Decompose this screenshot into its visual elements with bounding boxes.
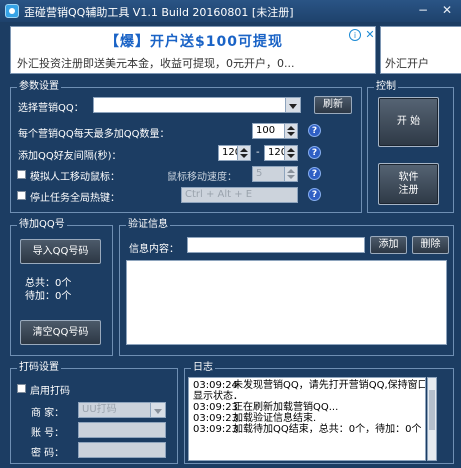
select-qq-dropdown[interactable] [93, 97, 301, 113]
log-line: 显示状态． [193, 391, 243, 402]
hotkey-label: 停止任务全局热键： [30, 193, 120, 204]
verify-info-group: 验证信息 信息内容： 添加 删除 [119, 219, 454, 356]
log-time: 03:09:23 [193, 402, 238, 413]
log-time: 03:09:24 [193, 380, 238, 391]
pending-qq-group-title: 待加QQ号 [17, 219, 67, 231]
log-text: 正在刷新加载营销QQ... [233, 402, 339, 413]
register-button-line2: 注册 [398, 185, 419, 196]
account-input[interactable] [78, 422, 166, 438]
pending-count: 待加：0个 [25, 291, 72, 302]
log-text: 加载验证信息结束. [233, 413, 317, 424]
interval-min-stepper[interactable]: 120 [218, 145, 251, 161]
vendor-value: UU打码 [82, 404, 117, 415]
mouse-speed-value: 5 [256, 168, 263, 179]
register-button-line1: 软件 [398, 172, 419, 183]
verify-info-group-title: 验证信息 [126, 219, 170, 231]
params-group: 参数设置 选择营销QQ： 刷新 每个营销QQ每天最多加QQ数量： 100 ? 添… [10, 81, 362, 213]
log-time: 03:09:23 [193, 424, 238, 435]
interval-separator: - [256, 147, 260, 158]
ad-banner[interactable]: 【爆】开户送$100可提现 外汇投资注册即送美元本金，收益可提现，0元开户，0.… [10, 26, 376, 74]
vendor-dropdown[interactable]: UU打码 [78, 402, 166, 418]
title-bar[interactable]: 歪碰营销QQ辅助工具 V1.1 Build 20160801 [未注册] − ✕ [0, 0, 461, 22]
max-add-stepper[interactable]: 100 [252, 123, 298, 139]
stepper-arrows-icon[interactable] [284, 167, 297, 181]
log-time: 03:09:23 [193, 413, 238, 424]
pending-qq-group: 待加QQ号 导入QQ号码 总共：0个 待加：0个 清空QQ号码 [10, 219, 113, 356]
max-add-value: 100 [256, 125, 276, 136]
stepper-arrows-icon[interactable] [284, 124, 297, 138]
log-group: 日志 03:09:24未发现营销QQ，请先打开营销QQ,保持窗口 显示状态． 0… [184, 362, 454, 464]
help-icon[interactable]: ? [308, 124, 321, 137]
hotkey-checkbox[interactable] [17, 191, 26, 200]
ad-subline[interactable]: 外汇投资注册即送美元本金，收益可提现，0元开户，0... [17, 55, 371, 71]
log-panel[interactable]: 03:09:24未发现营销QQ，请先打开营销QQ,保持窗口 显示状态． 03:0… [188, 377, 426, 461]
hotkey-input[interactable]: Ctrl + Alt + E [181, 187, 298, 203]
close-button[interactable]: ✕ [438, 2, 456, 19]
interval-label: 添加QQ好友间隔(秒)： [18, 151, 122, 162]
start-button[interactable]: 开 始 [378, 97, 439, 147]
log-text: 显示状态． [193, 391, 243, 402]
refresh-button[interactable]: 刷新 [314, 96, 352, 114]
log-scrollbar-thumb[interactable] [429, 390, 435, 430]
import-qq-button[interactable]: 导入QQ号码 [20, 239, 101, 264]
info-icon[interactable]: i [349, 29, 361, 41]
password-input[interactable] [78, 442, 166, 458]
vendor-label: 商 家： [31, 408, 65, 419]
ad-banner-secondary[interactable]: 外汇开户 [380, 26, 461, 74]
simulate-mouse-label: 模拟人工移动鼠标： [30, 172, 120, 183]
ad-secondary-text[interactable]: 外汇开户 [385, 55, 429, 71]
max-add-label: 每个营销QQ每天最多加QQ数量： [18, 129, 170, 140]
log-text: 加载待加QQ结束，总共：0个，待加：0个 [233, 424, 422, 435]
enable-captcha-label: 启用打码 [30, 386, 70, 397]
verify-info-list[interactable] [126, 260, 447, 345]
mouse-speed-stepper[interactable]: 5 [252, 166, 298, 182]
log-group-title: 日志 [191, 362, 215, 374]
mouse-speed-label: 鼠标移动速度： [167, 172, 237, 183]
add-button[interactable]: 添加 [370, 236, 407, 254]
captcha-group-title: 打码设置 [17, 362, 61, 374]
stepper-arrows-icon[interactable] [284, 146, 297, 160]
captcha-group: 打码设置 启用打码 商 家： UU打码 账 号： 密 码： [10, 362, 178, 464]
password-label: 密 码： [31, 448, 65, 459]
close-icon[interactable]: ✕ [364, 28, 376, 41]
ad-headline[interactable]: 【爆】开户送$100可提现 [11, 31, 377, 51]
chevron-down-icon[interactable] [150, 403, 165, 417]
register-button[interactable]: 软件 注册 [378, 163, 439, 205]
help-icon[interactable]: ? [308, 167, 321, 180]
clear-qq-button[interactable]: 清空QQ号码 [20, 320, 101, 345]
interval-max-stepper[interactable]: 120 [264, 145, 298, 161]
account-label: 账 号： [31, 428, 65, 439]
log-text: 未发现营销QQ，请先打开营销QQ,保持窗口 [233, 380, 426, 391]
select-qq-label: 选择营销QQ： [18, 103, 84, 114]
params-group-title: 参数设置 [17, 81, 61, 93]
minimize-button[interactable]: − [414, 2, 432, 19]
help-icon[interactable]: ? [308, 146, 321, 159]
chevron-down-icon[interactable] [285, 98, 300, 112]
help-icon[interactable]: ? [308, 188, 321, 201]
log-line: 03:09:24未发现营销QQ，请先打开营销QQ,保持窗口 [193, 380, 426, 391]
content-input[interactable] [187, 237, 365, 253]
delete-button[interactable]: 删除 [412, 236, 449, 254]
log-line: 03:09:23加载验证信息结束. [193, 413, 316, 424]
content-label: 信息内容： [129, 244, 179, 255]
app-logo-icon [5, 4, 19, 18]
log-line: 03:09:23正在刷新加载营销QQ... [193, 402, 338, 413]
simulate-mouse-checkbox[interactable] [17, 170, 26, 179]
control-group: 控制 开 始 软件 注册 [367, 81, 454, 213]
stepper-arrows-icon[interactable] [237, 146, 250, 160]
log-line: 03:09:23加载待加QQ结束，总共：0个，待加：0个 [193, 424, 421, 435]
log-scrollbar[interactable] [427, 377, 437, 461]
control-group-title: 控制 [374, 81, 398, 93]
window-title: 歪碰营销QQ辅助工具 V1.1 Build 20160801 [未注册] [24, 6, 294, 19]
enable-captcha-checkbox[interactable] [17, 384, 26, 393]
